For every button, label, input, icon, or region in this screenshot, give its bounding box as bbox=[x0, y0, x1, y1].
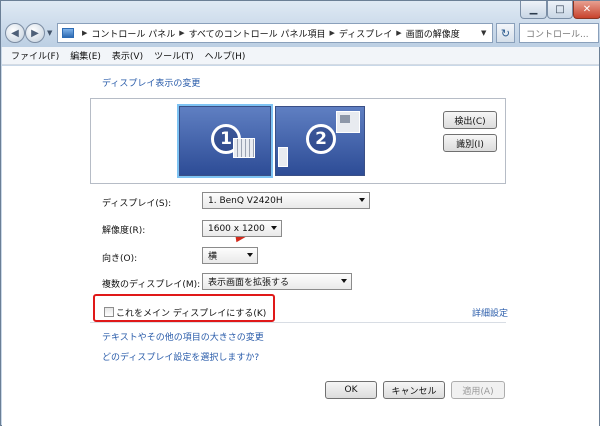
orientation-select-value: 横 bbox=[208, 252, 218, 262]
minimize-button[interactable]: ▁ bbox=[520, 1, 547, 19]
menu-view[interactable]: 表示(V) bbox=[112, 49, 143, 62]
menu-file[interactable]: ファイル(F) bbox=[11, 49, 59, 62]
maximize-icon: □ bbox=[555, 4, 565, 15]
which-settings-link[interactable]: どのディスプレイ設定を選択しますか? bbox=[102, 350, 259, 363]
resolution-select-value: 1600 x 1200 bbox=[208, 223, 265, 234]
dropdown-arrow-icon bbox=[359, 198, 365, 202]
refresh-icon: ↻ bbox=[500, 26, 511, 40]
main-content: ディスプレイ表示の変更 1 2 検出(C) 識別(I) ディスプレイ(S): 1… bbox=[2, 66, 599, 426]
monitor-arrangement-panel: 1 2 検出(C) 識別(I) bbox=[90, 98, 506, 184]
divider bbox=[90, 322, 506, 323]
menu-help[interactable]: ヘルプ(H) bbox=[205, 49, 246, 62]
apply-button[interactable]: 適用(A) bbox=[451, 381, 505, 399]
page-title: ディスプレイ表示の変更 bbox=[102, 79, 201, 89]
breadcrumb-control-panel[interactable]: コントロール パネル bbox=[91, 27, 175, 40]
refresh-button[interactable]: ↻ bbox=[496, 23, 515, 43]
breadcrumb-screen-resolution[interactable]: 画面の解像度 bbox=[406, 27, 460, 40]
text-size-link[interactable]: テキストやその他の項目の大きさの変更 bbox=[102, 330, 264, 343]
ok-button[interactable]: OK bbox=[325, 381, 377, 399]
desktop-window-icon bbox=[278, 147, 288, 167]
dropdown-arrow-icon bbox=[271, 226, 277, 230]
forward-button[interactable]: ▶ bbox=[25, 23, 45, 43]
address-bar[interactable]: ▶ コントロール パネル ▶ すべてのコントロール パネル項目 ▶ ディスプレイ… bbox=[57, 23, 493, 43]
monitor-2-number: 2 bbox=[306, 124, 336, 154]
maximize-button[interactable]: □ bbox=[547, 1, 573, 19]
desktop-window-icon bbox=[233, 138, 255, 158]
dropdown-arrow-icon bbox=[247, 253, 253, 257]
monitor-2-tile[interactable]: 2 bbox=[275, 106, 365, 176]
close-button[interactable]: ✕ bbox=[573, 1, 600, 19]
main-display-checkbox-label[interactable]: これをメイン ディスプレイにする(K) bbox=[116, 306, 266, 319]
resolution-label: 解像度(R): bbox=[102, 226, 146, 236]
breadcrumb-all-items[interactable]: すべてのコントロール パネル項目 bbox=[189, 27, 326, 40]
back-arrow-icon: ◀ bbox=[11, 27, 19, 39]
screen-resolution-window: ▁ □ ✕ ◀ ▶ ▼ ▶ コントロール パネル ▶ すべてのコントロール パネ… bbox=[0, 0, 600, 426]
desktop-window-icon bbox=[336, 111, 360, 133]
breadcrumb-separator-icon[interactable]: ▶ bbox=[396, 29, 401, 37]
minimize-icon: ▁ bbox=[529, 4, 538, 15]
breadcrumb-separator-icon[interactable]: ▶ bbox=[330, 29, 335, 37]
title-bar: ▁ □ ✕ ◀ ▶ ▼ ▶ コントロール パネル ▶ すべてのコントロール パネ… bbox=[1, 1, 600, 47]
resolution-select[interactable]: 1600 x 1200 bbox=[202, 220, 282, 237]
identify-button[interactable]: 識別(I) bbox=[443, 134, 497, 152]
orientation-label: 向き(O): bbox=[102, 254, 138, 264]
search-input[interactable]: コントロール... bbox=[519, 23, 599, 43]
cancel-button[interactable]: キャンセル bbox=[383, 381, 445, 399]
breadcrumb-display[interactable]: ディスプレイ bbox=[339, 27, 392, 40]
multiple-displays-label: 複数のディスプレイ(M): bbox=[102, 280, 201, 290]
menu-bar: ファイル(F) 編集(E) 表示(V) ツール(T) ヘルプ(H) bbox=[2, 47, 599, 65]
display-select[interactable]: 1. BenQ V2420H bbox=[202, 192, 370, 209]
breadcrumb-separator-icon: ▶ bbox=[82, 29, 88, 37]
search-placeholder: コントロール... bbox=[526, 29, 589, 40]
display-label: ディスプレイ(S): bbox=[102, 199, 172, 209]
dropdown-arrow-icon bbox=[341, 279, 347, 283]
menu-edit[interactable]: 編集(E) bbox=[70, 49, 101, 62]
close-icon: ✕ bbox=[582, 4, 592, 15]
advanced-settings-link[interactable]: 詳細設定 bbox=[472, 306, 508, 319]
detect-button[interactable]: 検出(C) bbox=[443, 111, 497, 129]
monitor-1-tile[interactable]: 1 bbox=[177, 104, 273, 178]
menu-tools[interactable]: ツール(T) bbox=[154, 49, 194, 62]
address-chevron-down-icon[interactable]: ▼ bbox=[481, 29, 486, 37]
orientation-select[interactable]: 横 bbox=[202, 247, 258, 264]
forward-arrow-icon: ▶ bbox=[31, 27, 39, 39]
multiple-displays-select[interactable]: 表示画面を拡張する bbox=[202, 273, 352, 290]
display-select-value: 1. BenQ V2420H bbox=[208, 195, 283, 206]
recent-pages-chevron-down-icon[interactable]: ▼ bbox=[47, 29, 52, 37]
breadcrumb-separator-icon[interactable]: ▶ bbox=[179, 29, 184, 37]
multiple-displays-select-value: 表示画面を拡張する bbox=[208, 278, 290, 288]
back-button[interactable]: ◀ bbox=[5, 23, 25, 43]
main-display-checkbox[interactable] bbox=[104, 307, 114, 317]
control-panel-icon bbox=[62, 28, 74, 38]
